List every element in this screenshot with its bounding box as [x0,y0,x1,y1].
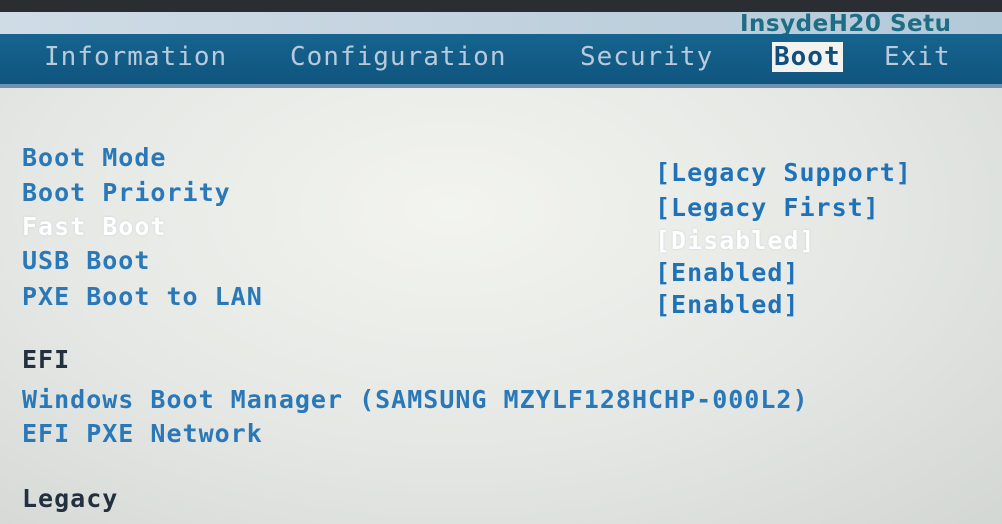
setting-pxe-boot-label[interactable]: PXE Boot to LAN [22,282,263,312]
tab-security[interactable]: Security [580,42,713,72]
setting-boot-mode-value[interactable]: [Legacy Support] [655,158,912,188]
tab-exit[interactable]: Exit [884,42,951,72]
boot-entry-windows-boot-manager[interactable]: Windows Boot Manager (SAMSUNG MZYLF128HC… [22,385,809,415]
legacy-heading: Legacy [22,484,119,513]
boot-entry-efi-pxe-network[interactable]: EFI PXE Network [22,419,263,449]
app-title: InsydeH20 Setu [740,11,952,37]
setting-boot-mode-label[interactable]: Boot Mode [22,143,166,173]
setting-fast-boot-label[interactable]: Fast Boot [22,212,166,242]
setting-fast-boot-value[interactable]: [Disabled] [655,226,816,256]
efi-heading: EFI [22,345,71,374]
tab-configuration[interactable]: Configuration [290,42,507,72]
setting-usb-boot-value[interactable]: [Enabled] [655,258,799,288]
tab-information[interactable]: Information [44,42,227,72]
setting-boot-priority-label[interactable]: Boot Priority [22,178,231,208]
tab-boot[interactable]: Boot [772,42,843,72]
setting-pxe-boot-value[interactable]: [Enabled] [655,290,799,320]
bios-screen: InsydeH20 Setu Information Configuration… [0,0,1002,524]
menu-bar-divider [0,84,1002,88]
setting-usb-boot-label[interactable]: USB Boot [22,246,150,276]
setting-boot-priority-value[interactable]: [Legacy First] [655,193,880,223]
